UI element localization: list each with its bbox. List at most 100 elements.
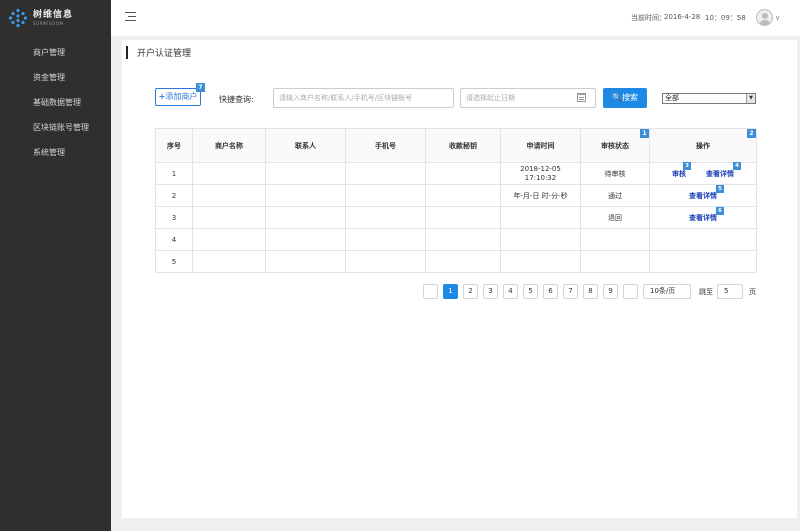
annotation-badge: 7	[196, 83, 205, 92]
content-panel: 开户认证管理 +添加商户 7 快捷查询: 🔍搜索 全部 ▼ 序号 商户名称 联系…	[122, 40, 797, 518]
page-6-button[interactable]: 6	[543, 284, 558, 299]
cell-payment-key	[425, 184, 501, 207]
page-3-button[interactable]: 3	[483, 284, 498, 299]
table-row: 1 2018-12-05 17:10:32 待审核 审核 3 查看详情 4	[155, 161, 757, 185]
page-7-button[interactable]: 7	[563, 284, 578, 299]
review-link[interactable]: 审核	[672, 170, 686, 178]
apply-clock: 17:10:32	[524, 173, 557, 182]
cell-action: 查看详情 6	[649, 206, 757, 229]
cell-status: 待审核	[580, 162, 650, 185]
sidebar-item-blockchain-account[interactable]: 区块链账号管理	[0, 115, 111, 140]
brand-name: 树维信息	[33, 9, 74, 20]
page-title-block: 开户认证管理	[126, 46, 191, 59]
view-details-link[interactable]: 查看详情	[689, 214, 717, 222]
table-header-row: 序号 商户名称 联系人 手机号 收款秘钥 申请时间 审核状态 1 操作 2	[155, 128, 757, 163]
jump-label: 跳至	[699, 287, 713, 296]
apply-date: 2018-12-05	[520, 164, 561, 173]
jump-page-input[interactable]: 5	[717, 284, 743, 299]
cell-status: 退回	[580, 206, 650, 229]
col-header-apply-time: 申请时间	[500, 128, 581, 163]
col-header-phone: 手机号	[345, 128, 426, 163]
cell-index: 5	[155, 250, 193, 273]
merchant-table: 序号 商户名称 联系人 手机号 收款秘钥 申请时间 审核状态 1 操作 2 1 20…	[155, 128, 757, 273]
page-4-button[interactable]: 4	[503, 284, 518, 299]
col-header-status: 审核状态 1	[580, 128, 650, 163]
annotation-badge: 2	[747, 129, 756, 138]
annotation-badge: 1	[640, 129, 649, 138]
cell-payment-key	[425, 206, 501, 229]
logo-icon	[8, 8, 28, 28]
table-row: 4	[155, 228, 757, 251]
cell-index: 3	[155, 206, 193, 229]
page-2-button[interactable]: 2	[463, 284, 478, 299]
cell-index: 4	[155, 228, 193, 251]
cell-action: 审核 3 查看详情 4	[649, 161, 757, 185]
page-title: 开户认证管理	[137, 49, 192, 59]
annotation-badge: 4	[733, 161, 741, 170]
annotation-badge: 3	[683, 161, 691, 170]
chevron-down-icon: ▼	[746, 94, 755, 103]
page-size-select[interactable]: 10条/页	[643, 284, 691, 299]
prev-page-button[interactable]	[423, 284, 438, 299]
sidebar-item-funds[interactable]: 资金管理	[0, 65, 111, 90]
current-date: 2016-4-28	[664, 13, 701, 21]
cell-index: 1	[155, 162, 193, 185]
sidebar-item-system[interactable]: 系统管理	[0, 140, 111, 165]
add-merchant-label: 添加商户	[165, 92, 198, 101]
cell-apply-time: 年-月-日 时-分-秒	[500, 184, 581, 207]
annotation-badge: 6	[716, 206, 724, 215]
col-header-action-label: 操作	[696, 141, 710, 150]
col-header-action: 操作 2	[649, 128, 757, 163]
cell-merchant-name	[192, 206, 266, 229]
current-time-label: 当前时间：	[631, 14, 666, 22]
status-filter-value: 全部	[665, 94, 679, 102]
add-merchant-button[interactable]: +添加商户	[155, 88, 201, 106]
cell-phone	[345, 162, 426, 185]
search-input[interactable]	[273, 88, 454, 108]
search-button-label: 搜索	[621, 93, 638, 102]
cell-apply-time	[500, 206, 581, 229]
chevron-down-icon[interactable]: ∨	[775, 14, 780, 22]
cell-action: 查看详情 5	[649, 184, 757, 207]
hamburger-icon[interactable]	[125, 12, 137, 22]
cell-index: 2	[155, 184, 193, 207]
table-row: 3 退回 查看详情 6	[155, 206, 757, 229]
status-filter-select[interactable]: 全部 ▼	[662, 93, 756, 104]
cell-contact	[265, 162, 346, 185]
table-row: 2 年-月-日 时-分-秒 通过 查看详情 5	[155, 184, 757, 207]
col-header-payment-key: 收款秘钥	[425, 128, 501, 163]
table-row: 5	[155, 250, 757, 273]
cell-phone	[345, 184, 426, 207]
view-details-link[interactable]: 查看详情	[689, 192, 717, 200]
col-header-index: 序号	[155, 128, 193, 163]
cell-apply-time: 2018-12-05 17:10:32	[500, 162, 581, 185]
page-9-button[interactable]: 9	[603, 284, 618, 299]
calendar-icon[interactable]	[577, 93, 586, 102]
user-avatar-icon[interactable]	[756, 9, 773, 26]
col-header-contact: 联系人	[265, 128, 346, 163]
sidebar-nav: 商户管理 资金管理 基础数据管理 区块链账号管理 系统管理	[0, 40, 111, 165]
cell-contact	[265, 206, 346, 229]
next-page-button[interactable]	[623, 284, 638, 299]
quick-search-label: 快捷查询:	[219, 95, 254, 104]
cell-merchant-name	[192, 184, 266, 207]
col-header-status-label: 审核状态	[601, 141, 629, 150]
page-1-button[interactable]: 1	[443, 284, 458, 299]
brand-sub: SUPWISDOM	[33, 20, 64, 26]
brand-logo: 树维信息 SUPWISDOM	[0, 0, 111, 36]
page-8-button[interactable]: 8	[583, 284, 598, 299]
pagination: 1 2 3 4 5 6 7 8 9 10条/页 跳至 5 页	[423, 284, 756, 299]
page-5-button[interactable]: 5	[523, 284, 538, 299]
view-details-link[interactable]: 查看详情	[706, 170, 734, 178]
cell-phone	[345, 206, 426, 229]
search-icon: 🔍	[612, 93, 622, 102]
current-clock: 10：09：58	[705, 14, 746, 22]
sidebar-item-basic-data[interactable]: 基础数据管理	[0, 90, 111, 115]
annotation-badge: 5	[716, 184, 724, 193]
search-button[interactable]: 🔍搜索	[603, 88, 647, 108]
cell-contact	[265, 184, 346, 207]
sidebar-item-merchant[interactable]: 商户管理	[0, 40, 111, 65]
cell-merchant-name	[192, 162, 266, 185]
page-unit-label: 页	[749, 287, 756, 296]
date-range-input[interactable]	[460, 88, 596, 108]
